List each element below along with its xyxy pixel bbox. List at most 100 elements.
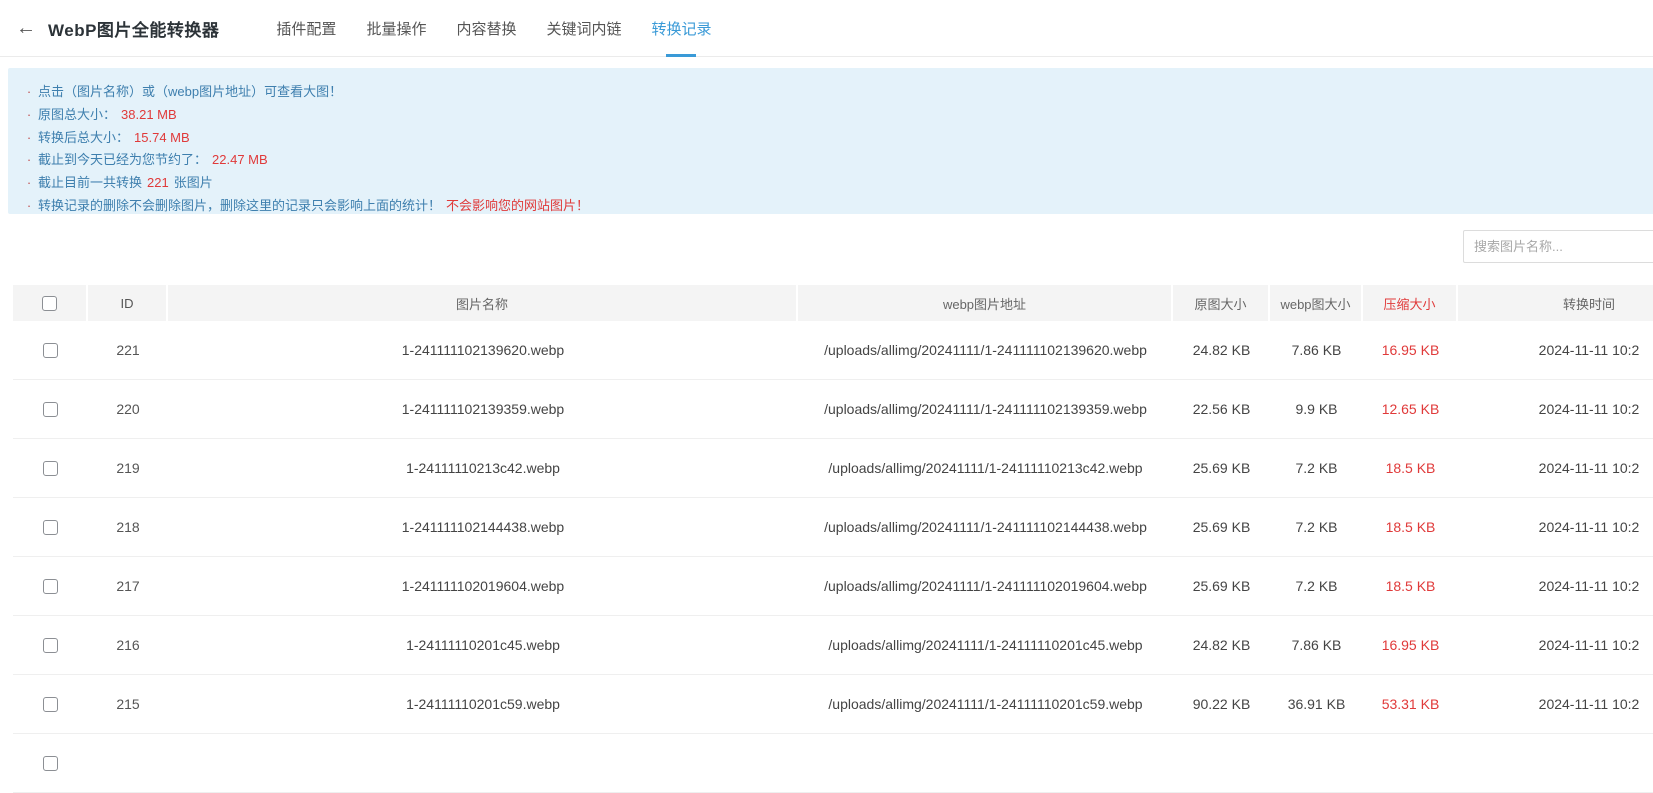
header-id: ID (88, 285, 168, 321)
tab-plugin-config[interactable]: 插件配置 (261, 0, 351, 57)
cell-compressed-size: 18.5 KB (1363, 498, 1458, 556)
cell-convert-time: 2024-11-11 10:2 (1458, 321, 1653, 379)
bullet-icon: · (20, 130, 38, 145)
row-checkbox[interactable] (43, 461, 58, 476)
notice-line: · 点击（图片名称）或（webp图片地址）可查看大图！ (20, 81, 1653, 104)
cell-webp-url[interactable]: /uploads/allimg/20241111/1-2411111021444… (798, 498, 1173, 556)
bullet-icon: · (20, 152, 38, 167)
cell-original-size: 90.22 KB (1173, 675, 1270, 733)
cell-image-name[interactable]: 1-241111102144438.webp (168, 498, 798, 556)
header-webp-size: webp图大小 (1270, 285, 1363, 321)
table-header: ID 图片名称 webp图片地址 原图大小 webp图大小 压缩大小 转换时间 (13, 285, 1653, 321)
cell-webp-size: 7.2 KB (1270, 439, 1363, 497)
row-checkbox[interactable] (43, 756, 58, 771)
cell-id: 220 (88, 380, 168, 438)
notice-value: 221 (147, 175, 169, 190)
cell-original-size: 24.82 KB (1173, 321, 1270, 379)
table-row: 216 1-24111110201c45.webp /uploads/allim… (13, 616, 1653, 675)
notice-line: · 原图总大小： 38.21 MB (20, 104, 1653, 127)
table-row: 219 1-24111110213c42.webp /uploads/allim… (13, 439, 1653, 498)
top-bar: ← WebP图片全能转换器 插件配置 批量操作 内容替换 关键词内链 转换记录 (0, 0, 1653, 57)
header-convert-time: 转换时间 (1458, 285, 1653, 321)
row-checkbox[interactable] (43, 638, 58, 653)
notice-text: 截止目前一共转换 (38, 172, 142, 191)
cell-webp-url[interactable]: /uploads/allimg/20241111/1-24111110213c4… (798, 439, 1173, 497)
notice-line: · 截止目前一共转换 221 张图片 (20, 172, 1653, 195)
header-webp-url: webp图片地址 (798, 285, 1173, 321)
notice-value: 22.47 MB (212, 152, 268, 167)
notice-line: · 截止到今天已经为您节约了： 22.47 MB (20, 149, 1653, 172)
cell-webp-url[interactable]: /uploads/allimg/20241111/1-2411111021393… (798, 380, 1173, 438)
tab-bar: 插件配置 批量操作 内容替换 关键词内链 转换记录 (261, 0, 726, 57)
cell-webp-url[interactable]: /uploads/allimg/20241111/1-24111110201c4… (798, 616, 1173, 674)
cell-image-name[interactable]: 1-24111110213c42.webp (168, 439, 798, 497)
header-original-size: 原图大小 (1173, 285, 1270, 321)
cell-image-name[interactable]: 1-241111102139359.webp (168, 380, 798, 438)
cell-webp-size: 9.9 KB (1270, 380, 1363, 438)
bullet-icon: · (20, 175, 38, 190)
cell-webp-url[interactable]: /uploads/allimg/20241111/1-24111110201c5… (798, 675, 1173, 733)
notice-text: 原图总大小： (38, 104, 116, 123)
notice-text: 点击（图片名称）或（webp图片地址）可查看大图！ (38, 81, 342, 100)
cell-id: 215 (88, 675, 168, 733)
tab-keyword-links[interactable]: 关键词内链 (531, 0, 636, 57)
cell-image-name[interactable]: 1-241111102019604.webp (168, 557, 798, 615)
bullet-icon: · (20, 198, 38, 213)
tab-conversion-records[interactable]: 转换记录 (636, 0, 726, 57)
notice-line: · 转换后总大小： 15.74 MB (20, 127, 1653, 150)
row-checkbox[interactable] (43, 343, 58, 358)
cell-convert-time: 2024-11-11 10:2 (1458, 439, 1653, 497)
table-body: 221 1-241111102139620.webp /uploads/alli… (13, 321, 1653, 793)
row-checkbox[interactable] (43, 402, 58, 417)
notice-value: 38.21 MB (121, 107, 177, 122)
row-checkbox[interactable] (43, 520, 58, 535)
cell-compressed-size: 16.95 KB (1363, 321, 1458, 379)
cell-id: 216 (88, 616, 168, 674)
cell-convert-time: 2024-11-11 10:2 (1458, 557, 1653, 615)
row-checkbox[interactable] (43, 697, 58, 712)
cell-webp-url[interactable]: /uploads/allimg/20241111/1-2411111021396… (798, 321, 1173, 379)
notice-warning: 不会影响您的网站图片！ (446, 195, 589, 214)
cell-convert-time: 2024-11-11 10:2 (1458, 616, 1653, 674)
cell-id: 217 (88, 557, 168, 615)
notice-text: 转换记录的删除不会删除图片，删除这里的记录只会影响上面的统计！ (38, 195, 441, 214)
cell-original-size: 22.56 KB (1173, 380, 1270, 438)
back-arrow-icon[interactable]: ← (16, 18, 36, 38)
cell-webp-size: 36.91 KB (1270, 675, 1363, 733)
cell-id: 221 (88, 321, 168, 379)
tab-content-replace[interactable]: 内容替换 (441, 0, 531, 57)
header-select-all-cell (13, 285, 88, 321)
tab-batch-operations[interactable]: 批量操作 (351, 0, 441, 57)
records-table: ID 图片名称 webp图片地址 原图大小 webp图大小 压缩大小 转换时间 … (13, 285, 1653, 793)
cell-webp-size: 7.2 KB (1270, 498, 1363, 556)
cell-webp-url[interactable]: /uploads/allimg/20241111/1-2411111020196… (798, 557, 1173, 615)
cell-compressed-size: 53.31 KB (1363, 675, 1458, 733)
cell-compressed-size: 16.95 KB (1363, 616, 1458, 674)
table-row-partial (13, 734, 1653, 793)
select-all-checkbox[interactable] (42, 296, 57, 311)
cell-image-name[interactable]: 1-241111102139620.webp (168, 321, 798, 379)
cell-convert-time: 2024-11-11 10:2 (1458, 498, 1653, 556)
cell-image-name[interactable]: 1-24111110201c59.webp (168, 675, 798, 733)
search-input[interactable] (1463, 230, 1653, 263)
notice-line: · 转换记录的删除不会删除图片，删除这里的记录只会影响上面的统计！ 不会影响您的… (20, 195, 1653, 218)
table-row: 221 1-241111102139620.webp /uploads/alli… (13, 321, 1653, 380)
cell-image-name[interactable]: 1-24111110201c45.webp (168, 616, 798, 674)
notice-text: 转换后总大小： (38, 127, 129, 146)
row-checkbox[interactable] (43, 579, 58, 594)
cell-webp-size: 7.86 KB (1270, 616, 1363, 674)
bullet-icon: · (20, 107, 38, 122)
cell-webp-size: 7.2 KB (1270, 557, 1363, 615)
table-row: 220 1-241111102139359.webp /uploads/alli… (13, 380, 1653, 439)
cell-original-size: 25.69 KB (1173, 498, 1270, 556)
cell-original-size: 25.69 KB (1173, 439, 1270, 497)
cell-convert-time: 2024-11-11 10:2 (1458, 675, 1653, 733)
cell-id: 218 (88, 498, 168, 556)
notice-text: 张图片 (174, 172, 213, 191)
cell-id: 219 (88, 439, 168, 497)
notice-panel: · 点击（图片名称）或（webp图片地址）可查看大图！ · 原图总大小： 38.… (8, 68, 1653, 214)
header-image-name: 图片名称 (168, 285, 798, 321)
cell-original-size: 24.82 KB (1173, 616, 1270, 674)
table-row: 217 1-241111102019604.webp /uploads/alli… (13, 557, 1653, 616)
cell-compressed-size: 18.5 KB (1363, 439, 1458, 497)
